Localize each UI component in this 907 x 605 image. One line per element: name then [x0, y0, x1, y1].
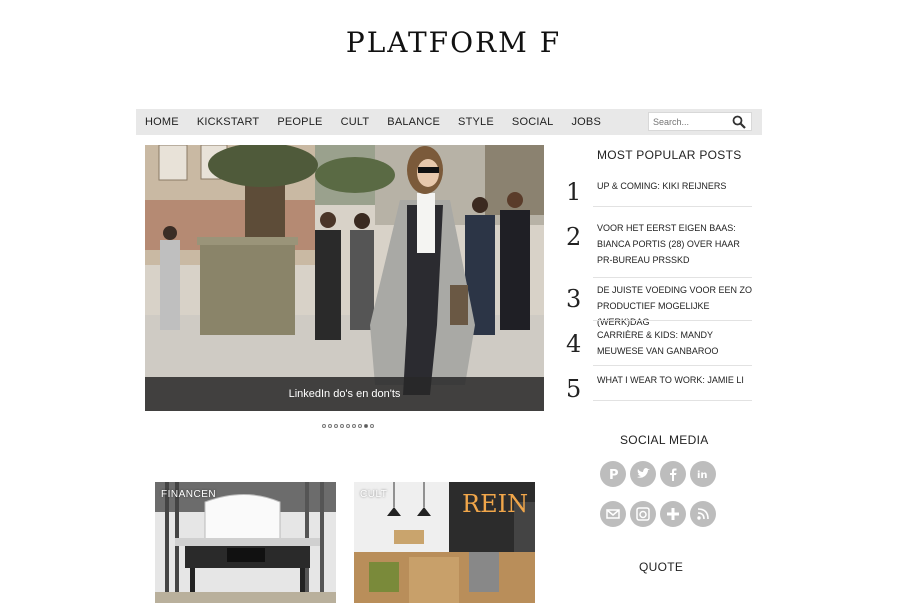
article-card[interactable]: FINANCEN	[155, 482, 336, 603]
slider-dot[interactable]	[328, 424, 332, 428]
slider-dots	[322, 424, 374, 428]
slider-dot[interactable]	[358, 424, 362, 428]
svg-text:in: in	[697, 470, 708, 481]
nav-item-kickstart[interactable]: KICKSTART	[188, 109, 269, 135]
post-rank: 4	[566, 330, 582, 358]
instagram-icon[interactable]	[630, 501, 656, 527]
social-row-bottom	[600, 501, 716, 527]
search-icon[interactable]	[732, 115, 746, 129]
twitter-icon[interactable]	[630, 461, 656, 487]
post-title[interactable]: VOOR HET EERST EIGEN BAAS: BIANCA PORTIS…	[597, 220, 757, 268]
post-rank: 2	[566, 223, 582, 251]
nav-item-people[interactable]: PEOPLE	[268, 109, 331, 135]
nav-item-social[interactable]: SOCIAL	[503, 109, 563, 135]
post-title[interactable]: DE JUISTE VOEDING VOOR EEN ZO PRODUCTIEF…	[597, 282, 757, 330]
slider-dot[interactable]	[352, 424, 356, 428]
rein-sign: REIN	[462, 490, 528, 518]
quote-heading: QUOTE	[639, 560, 684, 574]
divider	[593, 320, 752, 321]
slider-dot[interactable]	[340, 424, 344, 428]
rss-icon[interactable]	[690, 501, 716, 527]
divider	[593, 365, 752, 366]
popular-posts-heading: MOST POPULAR POSTS	[597, 148, 742, 162]
divider	[593, 277, 752, 278]
card-image: REIN	[354, 482, 535, 603]
search-box	[648, 112, 752, 131]
card-image	[155, 482, 336, 603]
nav-item-jobs[interactable]: JOBS	[562, 109, 610, 135]
nav-item-style[interactable]: STYLE	[449, 109, 503, 135]
svg-text:P: P	[609, 468, 619, 482]
main-navigation: HOME KICKSTART PEOPLE CULT BALANCE STYLE…	[136, 109, 762, 135]
post-rank: 3	[566, 285, 582, 313]
post-rank: 5	[566, 375, 582, 403]
slider-dot[interactable]	[364, 424, 368, 428]
google-plus-icon[interactable]	[660, 501, 686, 527]
pinterest-icon[interactable]: P	[600, 461, 626, 487]
facebook-icon[interactable]	[660, 461, 686, 487]
slider-dot[interactable]	[346, 424, 350, 428]
nav-item-balance[interactable]: BALANCE	[378, 109, 449, 135]
slider-dot[interactable]	[322, 424, 326, 428]
social-row-top: P in	[600, 461, 716, 487]
post-title[interactable]: UP & COMING: KIKI REIJNERS	[597, 178, 757, 194]
site-title[interactable]: PLATFORM F	[0, 26, 907, 59]
card-category[interactable]: FINANCEN	[161, 489, 216, 500]
slide-image	[145, 145, 544, 411]
slider-dot[interactable]	[334, 424, 338, 428]
nav-item-home[interactable]: HOME	[136, 109, 188, 135]
divider	[593, 400, 752, 401]
slider-dot[interactable]	[370, 424, 374, 428]
post-title[interactable]: CARRIÈRE & KIDS: MANDY MEUWESE VAN GANBA…	[597, 327, 757, 359]
email-icon[interactable]	[600, 501, 626, 527]
post-rank: 1	[566, 178, 582, 206]
article-card[interactable]: REIN CULT	[354, 482, 535, 603]
divider	[593, 206, 752, 207]
nav-item-cult[interactable]: CULT	[332, 109, 379, 135]
search-input[interactable]	[649, 116, 735, 127]
slide-caption[interactable]: LinkedIn do's en don'ts	[145, 377, 544, 411]
post-title[interactable]: WHAT I WEAR TO WORK: JAMIE LI	[597, 372, 757, 388]
featured-slider[interactable]: LinkedIn do's en don'ts	[145, 145, 544, 411]
card-category[interactable]: CULT	[360, 489, 387, 500]
linkedin-icon[interactable]: in	[690, 461, 716, 487]
social-media-heading: SOCIAL MEDIA	[620, 433, 709, 447]
